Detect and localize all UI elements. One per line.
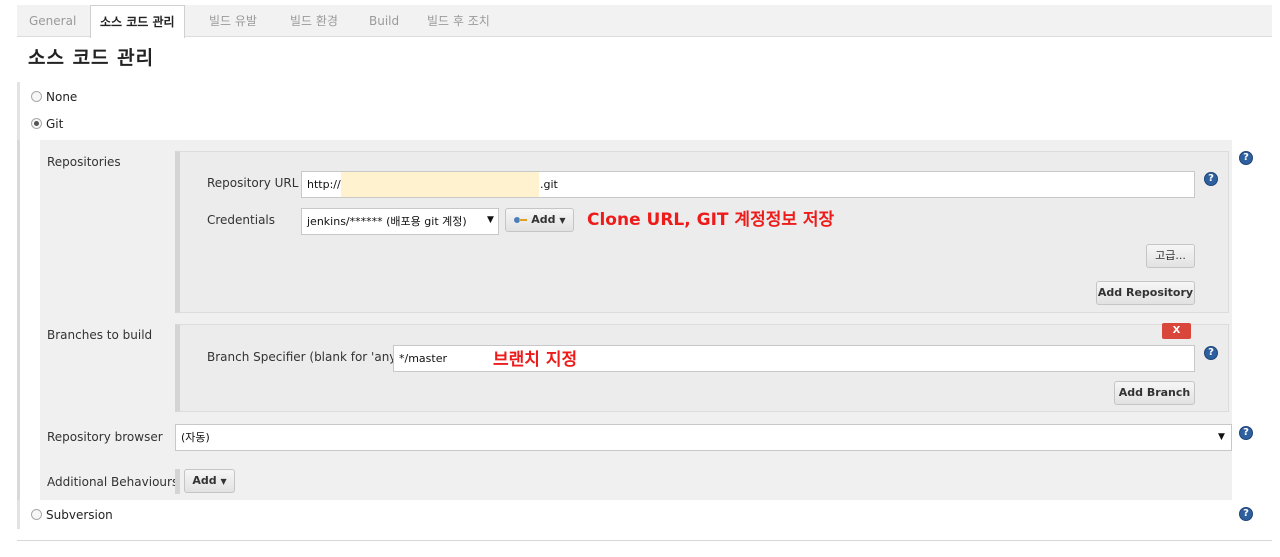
branch-specifier-label: Branch Specifier (blank for 'any') <box>207 350 405 364</box>
add-behaviour-button[interactable]: Add ▼ <box>184 469 235 493</box>
caret-down-icon: ▼ <box>1218 432 1225 442</box>
help-icon[interactable]: ? <box>1239 151 1253 165</box>
add-repository-button[interactable]: Add Repository <box>1096 281 1195 305</box>
help-icon[interactable]: ? <box>1239 426 1253 440</box>
git-config-rule <box>17 140 20 500</box>
repositories-label: Repositories <box>47 155 121 169</box>
help-icon[interactable]: ? <box>1204 346 1218 360</box>
repository-url-prefix: http:// <box>307 178 341 191</box>
advanced-button[interactable]: 고급... <box>1146 244 1195 268</box>
scm-option-git[interactable]: Git <box>31 116 63 132</box>
credentials-label: Credentials <box>207 213 276 227</box>
scm-option-none[interactable]: None <box>31 89 77 105</box>
scm-option-subversion-label: Subversion <box>46 508 113 522</box>
repository-url-suffix: .git <box>540 178 558 191</box>
help-icon[interactable]: ? <box>1239 507 1253 521</box>
redacted-url-segment <box>341 172 539 197</box>
section-title: 소스 코드 관리 <box>28 47 155 69</box>
annotation-clone-url: Clone URL, GIT 계정정보 저장 <box>587 210 835 230</box>
scm-option-git-label: Git <box>46 117 64 131</box>
caret-down-icon: ▼ <box>487 215 494 225</box>
help-icon[interactable]: ? <box>1204 172 1218 186</box>
tab-build[interactable]: Build <box>369 5 399 37</box>
repository-browser-label: Repository browser <box>47 430 163 444</box>
tab-post-build-actions[interactable]: 빌드 후 조치 <box>427 5 490 37</box>
branch-specifier-value: */master <box>399 352 447 365</box>
scm-option-subversion[interactable]: Subversion <box>31 507 113 523</box>
radio-icon[interactable] <box>31 91 42 102</box>
scm-option-none-label: None <box>46 90 78 104</box>
add-branch-button[interactable]: Add Branch <box>1114 381 1195 405</box>
caret-down-icon: ▼ <box>220 477 227 486</box>
config-tab-bar: General 소스 코드 관리 빌드 유발 빌드 환경 Build 빌드 후 … <box>17 5 1272 38</box>
add-credentials-label: Add <box>531 213 556 226</box>
credentials-select[interactable]: jenkins/****** (배포용 git 계정) <box>301 208 499 235</box>
repository-url-label: Repository URL <box>207 176 299 190</box>
caret-down-icon: ▼ <box>559 216 566 225</box>
additional-behaviours-rule <box>175 469 180 494</box>
additional-behaviours-label: Additional Behaviours <box>47 475 179 489</box>
tab-general[interactable]: General <box>29 5 76 37</box>
key-icon <box>514 217 528 223</box>
radio-icon[interactable] <box>31 509 42 520</box>
add-behaviour-label: Add <box>192 474 217 487</box>
repository-browser-value: (자동) <box>181 431 210 444</box>
radio-icon[interactable] <box>31 118 42 129</box>
branches-to-build-label: Branches to build <box>47 328 153 342</box>
tab-build-triggers[interactable]: 빌드 유발 <box>209 5 257 37</box>
tab-source-code-management[interactable]: 소스 코드 관리 <box>90 5 185 38</box>
section-bottom-divider <box>17 540 1272 541</box>
annotation-branch: 브랜치 지정 <box>493 350 578 370</box>
delete-branch-button[interactable]: X <box>1162 323 1191 339</box>
tab-build-environment[interactable]: 빌드 환경 <box>290 5 338 37</box>
credentials-selected-value: jenkins/****** (배포용 git 계정) <box>307 215 467 228</box>
repository-browser-select[interactable]: (자동) <box>175 424 1232 451</box>
add-credentials-button[interactable]: Add ▼ <box>505 208 574 232</box>
